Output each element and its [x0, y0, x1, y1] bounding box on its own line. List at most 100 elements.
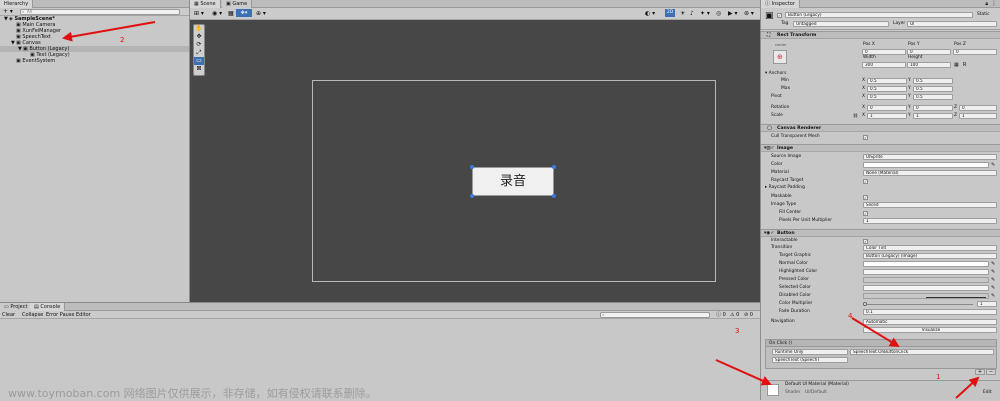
remove-event-button[interactable]: −: [986, 369, 996, 375]
audio-icon[interactable]: ♪: [690, 10, 694, 17]
color-multiplier-field[interactable]: 1: [977, 301, 997, 307]
scene-record-button[interactable]: 录音: [472, 167, 554, 196]
image-header[interactable]: ▾▨✓ Image: [761, 144, 1000, 152]
light-icon[interactable]: ☀: [680, 10, 685, 17]
max-y-field[interactable]: 0.5: [913, 86, 953, 92]
eyedropper-icon[interactable]: ✎: [991, 162, 995, 168]
max-x-field[interactable]: 0.5: [867, 86, 907, 92]
scale-x-field[interactable]: 1: [867, 113, 907, 119]
rect-handle-bl[interactable]: [470, 194, 474, 198]
active-checkbox[interactable]: ✓: [777, 13, 782, 18]
scale-tool-icon[interactable]: ⤢: [194, 49, 204, 57]
source-image-field[interactable]: UISprite: [863, 154, 997, 160]
move-tool-icon[interactable]: ✥: [194, 33, 204, 41]
rect-handle-tr[interactable]: [552, 165, 556, 169]
pivot-y-field[interactable]: 0.5: [913, 94, 953, 100]
target-graphic-field[interactable]: Button (Legacy) (Image): [863, 253, 997, 259]
min-y-field[interactable]: 0.5: [913, 78, 953, 84]
cull-checkbox[interactable]: ✓: [863, 135, 868, 140]
console-search-input[interactable]: ⌕: [600, 312, 710, 318]
color-multiplier-slider[interactable]: [863, 302, 973, 306]
shader-edit-button[interactable]: Edit: [983, 390, 992, 396]
pressed-color-field[interactable]: [863, 277, 989, 283]
ppu-field[interactable]: 1: [863, 218, 997, 224]
collapse-button[interactable]: Collapse: [22, 312, 43, 318]
transition-dropdown[interactable]: Color Tint: [863, 245, 997, 251]
blueprint-icon[interactable]: ▦: [954, 62, 959, 68]
tab-inspector[interactable]: ⓘ Inspector: [761, 0, 800, 8]
navigation-dropdown[interactable]: Automatic: [863, 319, 997, 325]
shading-icon[interactable]: ◐ ▾: [645, 10, 655, 17]
tag-dropdown[interactable]: Untagged: [793, 21, 889, 27]
transform-tool-icon[interactable]: ⊠: [194, 65, 204, 73]
tab-project[interactable]: ▭ Project: [0, 303, 33, 311]
color-field[interactable]: [863, 162, 989, 168]
eyedropper-pressed-icon[interactable]: ✎: [991, 277, 995, 283]
tab-hierarchy[interactable]: Hierarchy: [0, 0, 34, 8]
rotation-z-field[interactable]: 0: [959, 105, 997, 111]
rect-tool-icon[interactable]: ▭: [194, 57, 204, 65]
rotation-x-field[interactable]: 0: [867, 105, 907, 111]
scale-y-field[interactable]: 1: [913, 113, 953, 119]
menu-icon[interactable]: ⋮: [991, 0, 997, 7]
interactable-checkbox[interactable]: ✓: [863, 239, 868, 244]
hierarchy-search-input[interactable]: ⌕ All: [20, 9, 180, 15]
gizmo-icon[interactable]: ◉ ▾: [212, 10, 222, 17]
target-object-field[interactable]: SpeechText (SpeechT: [772, 357, 848, 363]
hierarchy-item[interactable]: ▣ EventSystem: [0, 58, 189, 64]
visualize-button[interactable]: Visualize: [863, 327, 997, 333]
snap-icon[interactable]: ⊕ ▾: [256, 10, 266, 17]
runtime-dropdown[interactable]: Runtime Only: [772, 349, 848, 355]
rect-transform-header[interactable]: ⛶ Rect Transform: [761, 31, 1000, 39]
toggle-2d-button[interactable]: 2D: [665, 9, 675, 17]
function-dropdown[interactable]: SpeechText.OnButtonClick: [850, 349, 994, 355]
tab-game[interactable]: ▣ Game: [222, 0, 253, 8]
rect-handle-br[interactable]: [552, 194, 556, 198]
add-event-button[interactable]: +: [975, 369, 985, 375]
disabled-color-field[interactable]: [863, 293, 989, 299]
rect-handle-tl[interactable]: [470, 165, 474, 169]
tab-console[interactable]: ▤ Console: [30, 303, 66, 311]
pos-z-field[interactable]: 0: [953, 49, 997, 55]
width-field[interactable]: 300: [862, 62, 906, 68]
maskable-checkbox[interactable]: ✓: [863, 195, 868, 200]
eyedropper-normal-icon[interactable]: ✎: [991, 261, 995, 267]
material-field[interactable]: None (Material): [863, 170, 997, 176]
raw-edit-icon[interactable]: R: [963, 62, 966, 68]
object-name-field[interactable]: Button (Legacy): [785, 12, 973, 18]
editor-button[interactable]: Editor: [76, 312, 91, 318]
camera-icon[interactable]: ▶ ▾: [728, 10, 738, 17]
layers-icon[interactable]: ⊛ ▾: [744, 10, 754, 17]
hidden-icon[interactable]: ◎: [716, 10, 721, 17]
eyedropper-disabled-icon[interactable]: ✎: [991, 293, 995, 299]
highlighted-color-field[interactable]: [863, 269, 989, 275]
selected-color-field[interactable]: [863, 285, 989, 291]
effects-icon[interactable]: ✦ ▾: [700, 10, 710, 17]
move-icon[interactable]: ✥▾: [236, 9, 252, 17]
warning-icon[interactable]: ⚠ 0: [730, 312, 739, 318]
anchor-preset-button[interactable]: ⊕: [773, 50, 787, 64]
rotation-y-field[interactable]: 0: [913, 105, 953, 111]
fill-center-checkbox[interactable]: ✓: [863, 211, 868, 216]
info-icon[interactable]: ⓘ 0: [716, 312, 726, 318]
clear-button[interactable]: Clear: [2, 312, 15, 318]
canvas-renderer-header[interactable]: ◯ Canvas Renderer: [761, 124, 1000, 132]
hand-tool-icon[interactable]: ✋: [194, 25, 204, 33]
pivot-x-field[interactable]: 0.5: [867, 94, 907, 100]
normal-color-field[interactable]: [863, 261, 989, 267]
layer-dropdown[interactable]: UI: [907, 21, 997, 27]
scale-z-field[interactable]: 1: [959, 113, 997, 119]
add-icon[interactable]: + ▾: [3, 9, 13, 15]
fade-duration-field[interactable]: 0.1: [863, 309, 997, 315]
min-x-field[interactable]: 0.5: [867, 78, 907, 84]
draw-mode-icon[interactable]: ⊞ ▾: [194, 10, 204, 17]
lock-icon[interactable]: 🔒︎: [985, 1, 988, 7]
button-header[interactable]: ▾◉✓ Button: [761, 229, 1000, 237]
eyedropper-selected-icon[interactable]: ✎: [991, 285, 995, 291]
error-pause-button[interactable]: Error Pause: [46, 312, 74, 318]
eyedropper-highlighted-icon[interactable]: ✎: [991, 269, 995, 275]
rotate-tool-icon[interactable]: ⟳: [194, 41, 204, 49]
error-icon[interactable]: ⊘ 0: [744, 312, 753, 318]
raycast-checkbox[interactable]: ✓: [863, 179, 868, 184]
slider-thumb[interactable]: [863, 302, 867, 306]
